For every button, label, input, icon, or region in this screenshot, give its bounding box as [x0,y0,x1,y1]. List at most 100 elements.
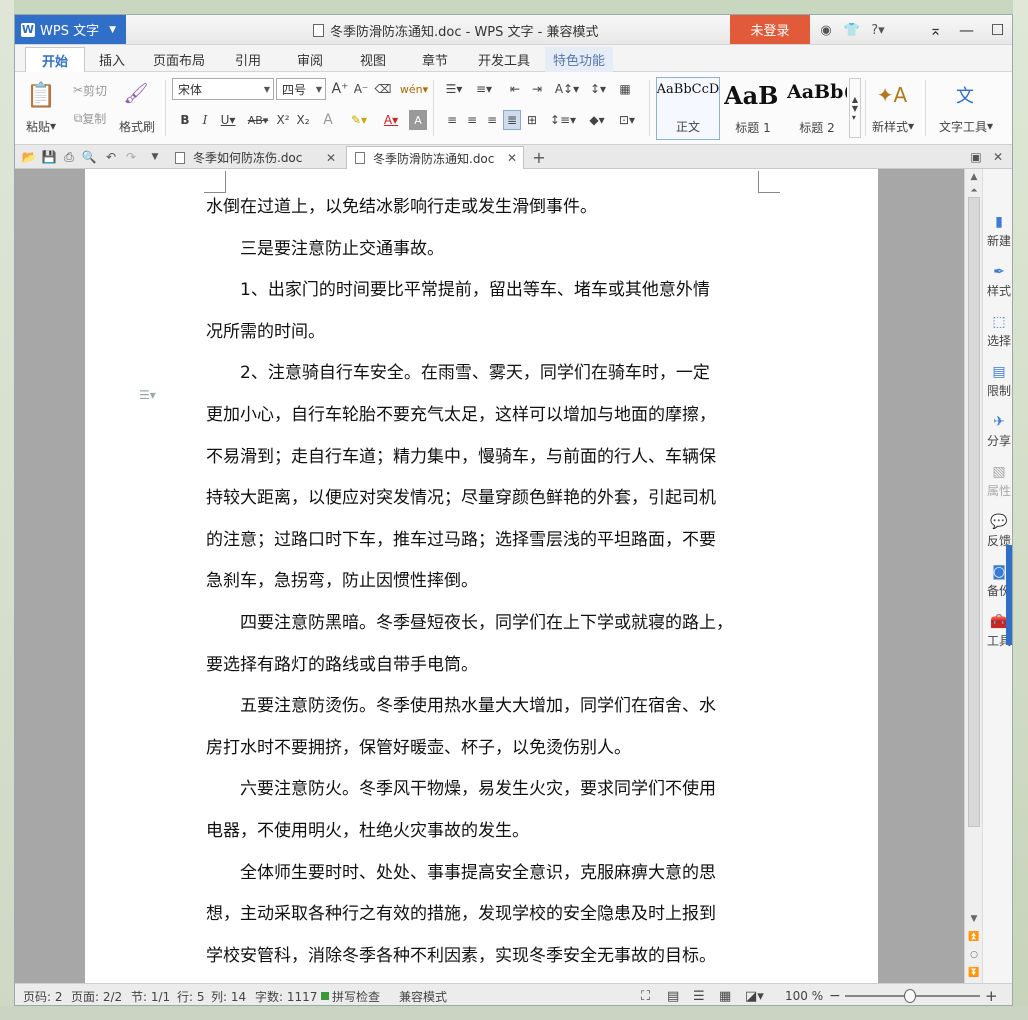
tab-page-layout[interactable]: 页面布局 [147,47,211,72]
table-grid-icon[interactable]: ▦ [615,79,635,99]
zoom-out-icon[interactable]: − [829,984,841,1005]
side-new[interactable]: ▮ 新建 [983,209,1012,253]
maximize-icon[interactable]: ☐ [982,18,1012,42]
align-left-icon[interactable]: ≡ [443,110,461,130]
shrink-font-icon[interactable]: A⁻ [351,79,371,99]
new-tab-icon[interactable]: + [531,148,547,167]
line-spacing-icon[interactable]: ↕≡▾ [549,110,577,130]
tab-view[interactable]: 视图 [348,47,398,72]
text-direction-icon[interactable]: A↕▾ [553,79,581,99]
text-effect-icon[interactable]: A [319,110,337,130]
help-icon[interactable]: ?▾ [867,20,889,40]
zoom-value[interactable]: 100 % [785,984,823,1005]
text-tools-icon[interactable]: 文 [950,80,980,110]
save-icon[interactable]: 💾 [41,149,57,165]
print-icon[interactable]: ⎙ [61,149,77,165]
side-properties[interactable]: ▧ 属性 [983,459,1012,503]
side-select[interactable]: ⬚ 选择 [983,309,1012,353]
font-size-select[interactable]: 四号 ▼ [276,78,326,100]
vertical-scrollbar[interactable]: ▲ ⏶ ▼ ⏫ ○ ⏬ [964,169,982,983]
tab-developer[interactable]: 开发工具 [471,47,537,72]
style-heading-1[interactable]: AaB 标题 1 [723,77,783,140]
text-tools-button[interactable]: 文字工具 ▾ [935,116,997,136]
print-preview-icon[interactable]: 🔍 [81,149,97,165]
service-icon[interactable]: ◉ [815,20,837,40]
paragraph-marker-icon[interactable]: ☰▾ [139,388,156,402]
phonetic-icon[interactable]: wén▾ [399,79,429,99]
paste-button[interactable]: 粘贴 ▾ [21,116,61,136]
font-name-select[interactable]: 宋体 ▼ [172,78,274,100]
align-right-icon[interactable]: ≡ [483,110,501,130]
tab-insert[interactable]: 插入 [87,47,137,72]
scroll-down-icon[interactable]: ▼ [965,911,983,927]
subscript-icon[interactable]: X₂ [294,110,312,130]
style-heading-2[interactable]: AaBb( 标题 2 [786,77,848,140]
underline-icon[interactable]: U▾ [215,110,241,130]
distributed-icon[interactable]: ⊞ [523,110,541,130]
file-tab-active[interactable]: 冬季防滑防冻通知.doc ✕ [346,146,524,169]
page-view-icon[interactable]: ▤ [667,984,679,1005]
strikethrough-icon[interactable]: AB▾ [243,110,273,130]
border-icon[interactable]: ⊡▾ [615,110,639,130]
highlight-icon[interactable]: ✎▾ [345,110,373,130]
login-button[interactable]: 未登录 [730,15,810,44]
copy-button[interactable]: ⧉ 复制 [65,108,115,128]
browse-object-icon[interactable]: ○ [965,947,983,963]
tab-review[interactable]: 审阅 [285,47,335,72]
style-scroll-icon[interactable]: ▲ ▼ ▾ [849,78,861,138]
char-shading-icon[interactable]: A [409,110,427,130]
bold-icon[interactable]: B [176,110,194,130]
fullscreen-icon[interactable]: ⛶ [641,984,650,1005]
clipboard-icon[interactable]: 📋 [21,78,61,112]
increase-indent-icon[interactable]: ⇥ [527,79,547,99]
format-painter-button[interactable]: 格式刷 [115,116,159,136]
numbered-list-icon[interactable]: ≡▾ [470,79,498,99]
side-restrict[interactable]: ▤ 限制 [983,359,1012,403]
task-pane-toggle[interactable] [1006,545,1012,645]
tab-references[interactable]: 引用 [223,47,273,72]
shading-icon[interactable]: ◆▾ [583,110,611,130]
skin-icon[interactable]: 👕 [841,20,863,40]
file-tab[interactable]: 冬季如何防冻伤.doc ✕ [167,146,342,169]
side-share[interactable]: ✈ 分享 [983,409,1012,453]
clear-format-icon[interactable]: ⌫ [373,79,393,99]
document-page[interactable]: 水倒在过道上，以免结冰影响行走或发生滑倒事件。 三是要注意防止交通事故。 1、出… [85,169,878,983]
italic-icon[interactable]: I [196,110,214,130]
new-style-button[interactable]: 新样式 ▾ [867,116,919,136]
bullet-list-icon[interactable]: ☰▾ [440,79,468,99]
sort-icon[interactable]: ↕▾ [587,79,609,99]
decrease-indent-icon[interactable]: ⇤ [505,79,525,99]
prev-page-icon[interactable]: ⏫ [965,929,983,945]
cut-button[interactable]: ✂ 剪切 [65,80,115,100]
tab-list-icon[interactable]: ▣ [968,149,984,165]
brush-icon[interactable]: 🖌 [118,78,154,108]
outline-view-icon[interactable]: ☰ [693,984,705,1005]
tab-chapter[interactable]: 章节 [410,47,460,72]
font-color-icon[interactable]: A▾ [377,110,405,130]
app-menu-button[interactable]: W WPS 文字 ▼ [15,15,126,44]
grow-font-icon[interactable]: A⁺ [330,79,350,99]
reading-view-icon[interactable]: ◪▾ [745,984,764,1005]
close-tab-icon[interactable]: ✕ [507,151,517,165]
quick-access-dropdown-icon[interactable]: ▼ [147,149,163,165]
status-word-count[interactable]: 字数: 1117 [255,984,317,1005]
open-folder-icon[interactable]: 📂 [21,149,37,165]
document-body[interactable]: 水倒在过道上，以免结冰影响行走或发生滑倒事件。 三是要注意防止交通事故。 1、出… [206,187,760,977]
tab-home[interactable]: 开始 [25,47,85,72]
align-center-icon[interactable]: ≡ [463,110,481,130]
undo-icon[interactable]: ↶ [103,149,119,165]
close-all-tabs-icon[interactable]: ✕ [990,149,1006,165]
zoom-in-icon[interactable]: + [985,984,998,1005]
side-style[interactable]: ✒ 样式 [983,259,1012,303]
collapse-ribbon-icon[interactable]: ⌅ [920,18,951,42]
scrollbar-thumb[interactable] [968,197,980,827]
tab-special-features[interactable]: 特色功能 [545,47,613,72]
close-tab-icon[interactable]: ✕ [326,151,336,165]
minimize-icon[interactable]: — [951,18,982,42]
justify-icon[interactable]: ≣ [503,110,521,130]
status-spell-check[interactable]: 拼写检查 [321,984,380,1005]
zoom-slider-handle[interactable] [904,989,916,1003]
next-page-icon[interactable]: ⏬ [965,965,983,981]
redo-icon[interactable]: ↷ [123,149,139,165]
web-view-icon[interactable]: ▦ [719,984,731,1005]
